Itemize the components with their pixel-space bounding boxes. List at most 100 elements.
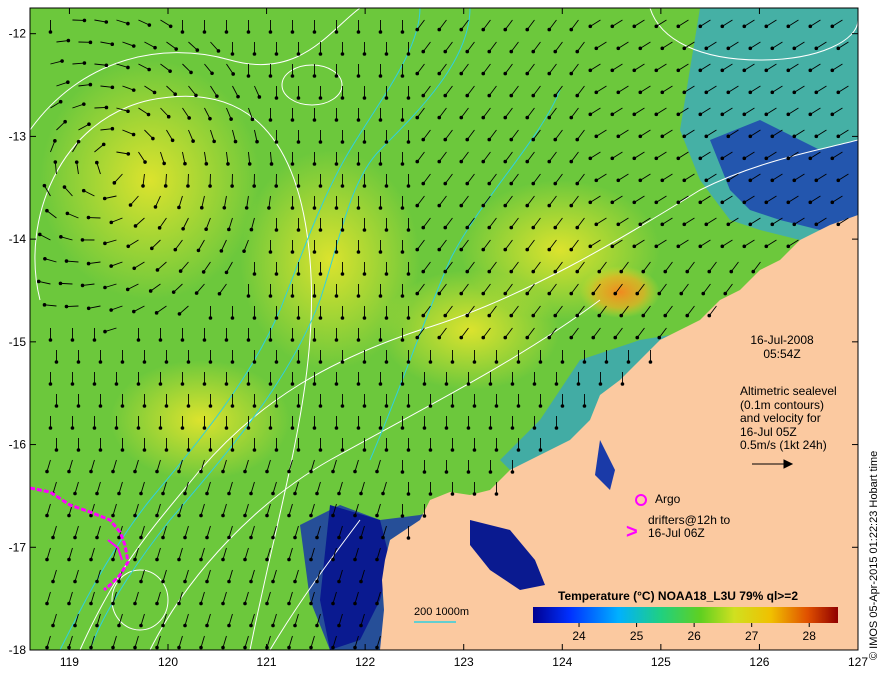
velocity-arrow-head (443, 181, 448, 186)
velocity-arrow-head (654, 112, 659, 117)
velocity-arrow-head (268, 294, 273, 298)
velocity-arrow-head (111, 513, 115, 518)
velocity-arrow-head (487, 313, 492, 318)
velocity-arrow-head (111, 469, 115, 474)
velocity-arrow-head (274, 404, 279, 408)
velocity-arrow-head (620, 382, 625, 386)
velocity-arrow-head (168, 69, 172, 73)
velocity-arrow-head (109, 220, 114, 225)
velocity-arrow-head (58, 99, 63, 104)
velocity-arrow-head (444, 382, 449, 386)
velocity-arrow-head (153, 45, 157, 50)
velocity-arrow-head (362, 448, 367, 452)
velocity-arrow-head (208, 316, 213, 320)
velocity-arrow-head (340, 96, 345, 100)
velocity-arrow-head (591, 291, 596, 296)
velocity-arrow-head (76, 139, 81, 144)
velocity-arrow-head (384, 140, 389, 144)
velocity-arrow-head (415, 27, 420, 32)
velocity-arrow-head (312, 250, 317, 254)
velocity-arrow-head (177, 601, 181, 606)
velocity-arrow-head (704, 90, 709, 95)
velocity-arrow-head (720, 24, 725, 29)
velocity-arrow-head (274, 52, 279, 56)
velocity-arrow-head (503, 159, 508, 164)
velocity-arrow-head (73, 579, 77, 584)
velocity-arrow-head (180, 382, 185, 386)
velocity-arrow (187, 173, 189, 187)
velocity-arrow-head (616, 134, 621, 139)
velocity-arrow-head (340, 448, 345, 452)
velocity-arrow-head (638, 222, 643, 227)
velocity-arrow-head (64, 259, 69, 263)
lat-tick-label: -16 (9, 438, 27, 452)
velocity-arrow-head (472, 404, 477, 408)
velocity-arrow-head (224, 30, 229, 34)
velocity-arrow-head (375, 645, 379, 650)
velocity-arrow-head (488, 426, 493, 430)
velocity-arrow-head (205, 579, 209, 584)
velocity-arrow-head (155, 513, 159, 518)
colorbar-tick-label: 25 (630, 629, 644, 643)
velocity-arrow-head (334, 74, 339, 78)
velocity-arrow-head (170, 138, 175, 143)
velocity-arrow-head (155, 469, 159, 474)
velocity-arrow-head (503, 247, 508, 252)
velocity-arrow-head (117, 491, 121, 496)
velocity-arrow-head (312, 382, 317, 386)
velocity-arrow-head (45, 513, 49, 518)
velocity-arrow-head (531, 225, 536, 230)
velocity-arrow-head (246, 338, 251, 342)
velocity-arrow-head (538, 360, 543, 364)
velocity-arrow-head (268, 250, 273, 254)
velocity-arrow-head (54, 360, 59, 364)
velocity-arrow-head (318, 404, 323, 408)
velocity-arrow-head (770, 46, 775, 51)
velocity-arrow-head (95, 535, 99, 540)
velocity-arrow-head (384, 448, 389, 452)
velocity-arrow-head (334, 250, 339, 254)
velocity-arrow-head (378, 294, 383, 298)
velocity-arrow-head (312, 338, 317, 342)
velocity-arrow-head (406, 228, 411, 232)
velocity-arrow-head (315, 579, 319, 584)
velocity-arrow-head (224, 426, 229, 430)
velocity-arrow-head (575, 137, 580, 142)
argo-label: Argo (655, 492, 681, 506)
velocity-arrow-head (131, 132, 136, 137)
velocity-arrow-head (487, 49, 492, 54)
velocity-arrow-head (472, 360, 477, 364)
velocity-arrow-head (575, 93, 580, 98)
velocity-arrow-head (437, 335, 442, 340)
velocity-arrow-head (158, 382, 163, 386)
velocity-arrow-head (38, 232, 42, 237)
velocity-arrow-head (290, 382, 295, 386)
velocity-arrow-head (274, 228, 279, 232)
velocity-arrow-head (400, 426, 405, 430)
velocity-arrow-head (450, 492, 455, 496)
colorbar-tick-label: 24 (572, 629, 586, 643)
velocity-arrow-head (315, 623, 319, 628)
velocity-arrow-head (525, 71, 530, 76)
velocity-arrow-head (503, 291, 508, 296)
velocity-arrow-head (362, 96, 367, 100)
velocity-arrow-head (157, 226, 162, 230)
velocity-arrow-head (481, 203, 486, 208)
velocity-arrow-head (126, 21, 130, 26)
velocity-arrow-head (337, 491, 341, 496)
velocity-arrow-head (146, 112, 151, 117)
velocity-arrow-head (246, 382, 251, 386)
velocity-arrow-head (406, 184, 411, 188)
velocity-arrow-head (654, 244, 659, 249)
velocity-arrow-head (133, 557, 137, 562)
velocity-arrow-head (443, 49, 448, 54)
velocity-arrow-head (610, 156, 615, 161)
velocity-arrow-head (89, 557, 93, 562)
velocity-arrow-head (503, 335, 508, 340)
velocity-arrow-head (682, 134, 687, 139)
velocity-arrow-head (296, 448, 301, 452)
velocity-arrow-head (67, 601, 71, 606)
velocity-arrow-head (312, 162, 317, 166)
velocity-arrow-head (362, 140, 367, 144)
velocity-arrow-head (676, 24, 681, 29)
